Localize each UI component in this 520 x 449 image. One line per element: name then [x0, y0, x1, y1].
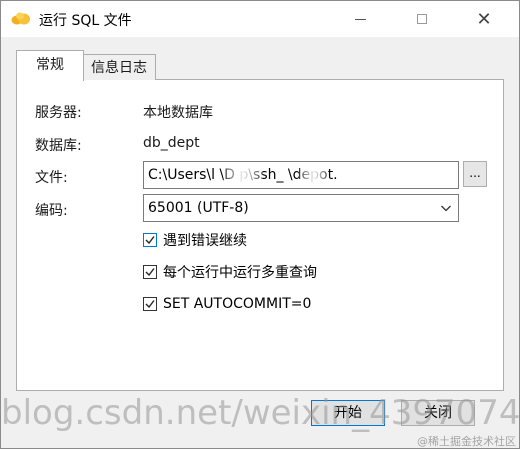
minimize-icon — [354, 18, 366, 20]
app-icon — [11, 12, 30, 25]
autocommit-checkbox[interactable] — [143, 297, 157, 311]
close-icon: ✕ — [476, 8, 492, 30]
multiple-queries-label: 每个运行中运行多重查询 — [163, 265, 317, 281]
maximize-icon — [417, 14, 427, 24]
checkmark-icon — [145, 300, 155, 309]
minimize-button[interactable] — [337, 1, 383, 37]
chevron-down-icon — [441, 205, 451, 212]
tab-general[interactable]: 常规 — [16, 50, 84, 81]
option-continue-on-error[interactable]: 遇到错误继续 — [143, 231, 247, 249]
start-button[interactable]: 开始 — [311, 400, 385, 426]
autocommit-label: SET AUTOCOMMIT=0 — [163, 296, 312, 312]
general-panel — [16, 79, 504, 391]
continue-on-error-label: 遇到错误继续 — [163, 233, 247, 249]
title-bar[interactable]: 运行 SQL 文件 ✕ — [1, 1, 519, 37]
database-value: db_dept — [143, 135, 200, 151]
database-label: 数据库: — [35, 138, 82, 154]
corner-watermark: @稀土掘金技术社区 — [417, 435, 516, 448]
close-window-button[interactable]: ✕ — [461, 1, 507, 37]
option-multiple-queries[interactable]: 每个运行中运行多重查询 — [143, 263, 317, 281]
redaction-blur — [223, 166, 263, 184]
checkmark-icon — [145, 268, 155, 277]
encoding-selected-value: 65001 (UTF-8) — [148, 200, 249, 216]
window-title: 运行 SQL 文件 — [39, 13, 132, 29]
server-value: 本地数据库 — [143, 105, 213, 121]
browse-button[interactable]: ... — [463, 161, 487, 187]
tab-info-log[interactable]: 信息日志 — [82, 54, 156, 80]
encoding-select[interactable]: 65001 (UTF-8) — [143, 194, 459, 222]
redaction-blur — [361, 166, 406, 184]
server-label: 服务器: — [35, 105, 82, 121]
run-sql-file-dialog: 运行 SQL 文件 ✕ 常规 信息日志 服务器: 本地数据库 数据库: db_d… — [0, 0, 520, 449]
redaction-blur — [299, 166, 329, 184]
encoding-label: 编码: — [35, 203, 68, 219]
file-label: 文件: — [35, 170, 68, 186]
checkmark-icon — [145, 236, 155, 245]
maximize-button[interactable] — [399, 1, 445, 37]
close-button[interactable]: 关闭 — [401, 400, 475, 426]
continue-on-error-checkbox[interactable] — [143, 233, 157, 247]
multiple-queries-checkbox[interactable] — [143, 265, 157, 279]
option-autocommit[interactable]: SET AUTOCOMMIT=0 — [143, 295, 311, 313]
